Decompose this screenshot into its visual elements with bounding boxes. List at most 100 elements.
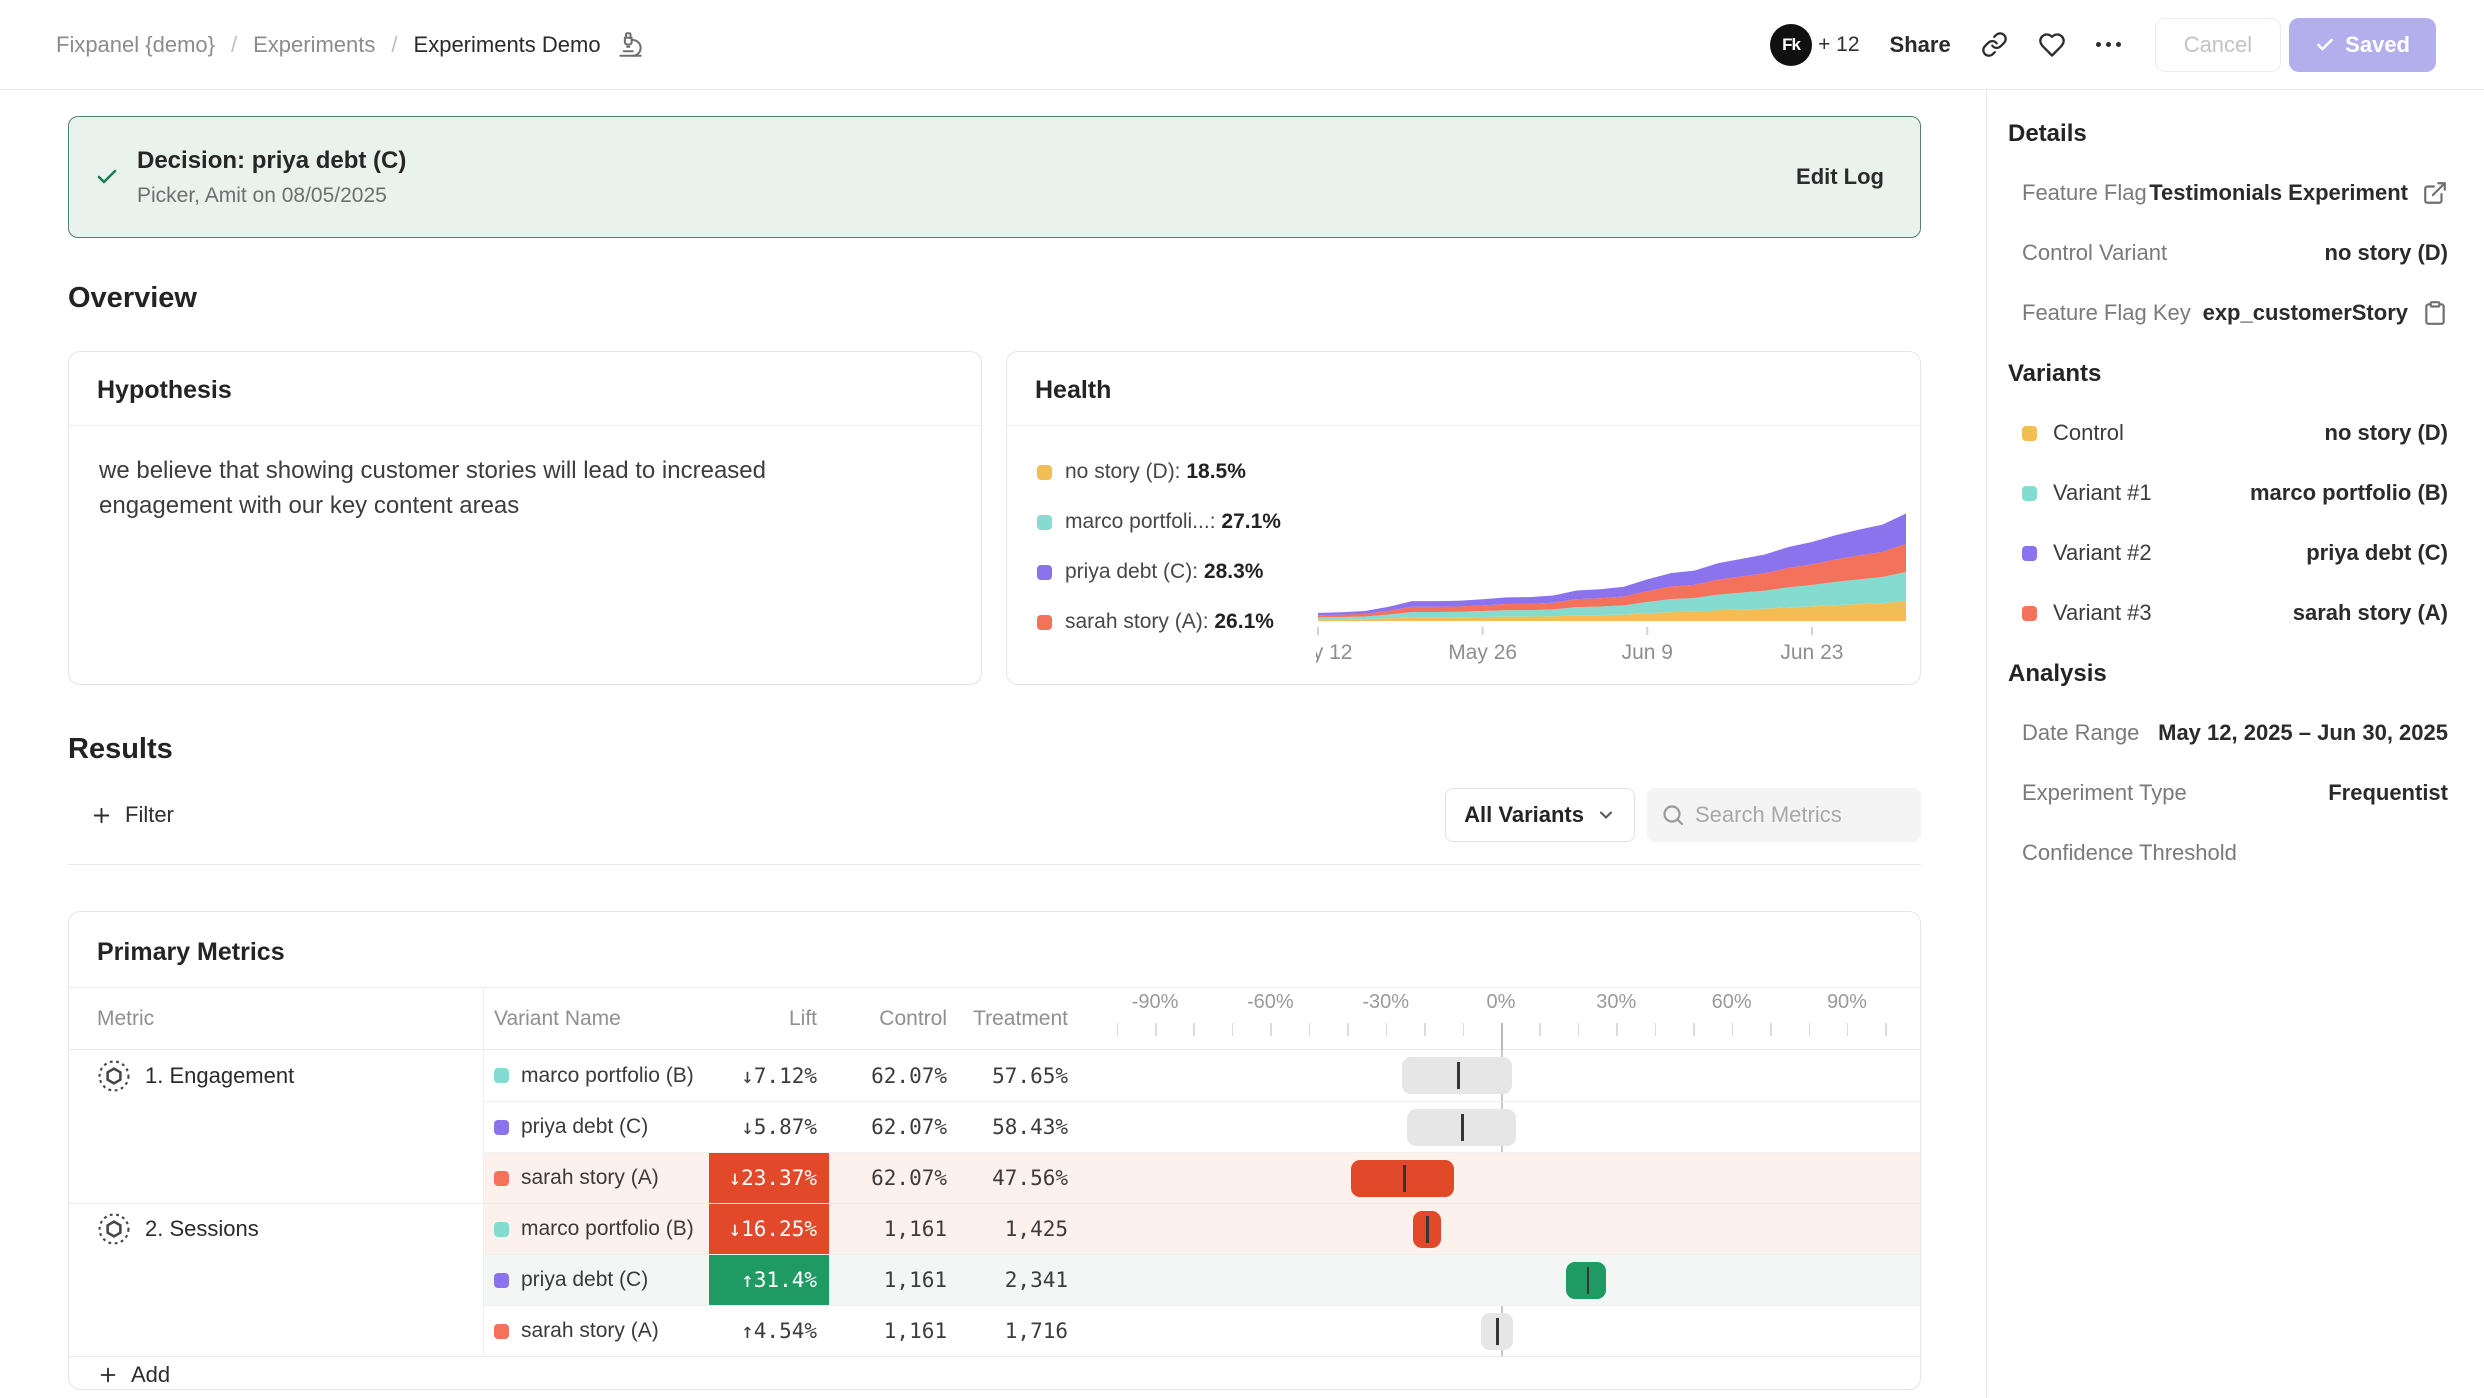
variant-cell: sarah story (A) bbox=[484, 1152, 709, 1203]
add-metric-button[interactable]: Add bbox=[69, 1356, 1920, 1390]
ci-chart-cell[interactable] bbox=[1082, 1254, 1920, 1305]
analysis-value: Frequentist bbox=[2328, 780, 2448, 806]
decision-banner: Decision: priya debt (C) Picker, Amit on… bbox=[68, 116, 1921, 238]
axis-tick bbox=[1270, 1023, 1272, 1036]
more-options-button[interactable] bbox=[2096, 42, 2121, 47]
collaborator-count[interactable]: + 12 bbox=[1818, 33, 1859, 57]
variant-swatch bbox=[2022, 486, 2037, 501]
breadcrumb-item[interactable]: Experiments bbox=[253, 32, 375, 58]
ci-point-marker bbox=[1496, 1318, 1499, 1345]
control-cell: 62.07% bbox=[829, 1101, 957, 1152]
health-legend-item: marco portfoli...: 27.1% bbox=[1037, 510, 1307, 534]
ci-chart-cell[interactable] bbox=[1082, 1305, 1920, 1356]
variant-row-value: no story (D) bbox=[2325, 420, 2448, 446]
variant-filter-dropdown[interactable]: All Variants bbox=[1445, 788, 1635, 842]
analysis-value-wrap: May 12, 2025 – Jun 30, 2025 bbox=[2158, 720, 2448, 746]
variant-swatch bbox=[494, 1068, 509, 1083]
add-filter-button[interactable]: Filter bbox=[68, 802, 174, 828]
analysis-label: Confidence Threshold bbox=[2022, 840, 2237, 866]
metric-table-row: 2. Sessionsmarco portfolio (B)↓16.25%1,1… bbox=[69, 1203, 1920, 1254]
control-cell: 1,161 bbox=[829, 1305, 957, 1356]
ellipsis-icon bbox=[2096, 42, 2121, 47]
axis-tick-label: -30% bbox=[1362, 991, 1409, 1014]
ci-chart-cell[interactable] bbox=[1082, 1101, 1920, 1152]
decision-subtitle: Picker, Amit on 08/05/2025 bbox=[137, 184, 406, 208]
toolbar-divider bbox=[68, 864, 1921, 865]
variant-row-name: Variant #1 bbox=[2053, 480, 2152, 506]
goal-icon bbox=[97, 1212, 131, 1246]
control-cell: 1,161 bbox=[829, 1203, 957, 1254]
avatar[interactable]: Fk bbox=[1770, 24, 1812, 66]
legend-swatch bbox=[1037, 465, 1052, 480]
variant-row-label: Variant #2 bbox=[2022, 540, 2152, 566]
variant-row-name: Control bbox=[2053, 420, 2124, 446]
axis-tick-label: -90% bbox=[1132, 991, 1179, 1014]
metric-name: 2. Sessions bbox=[145, 1216, 259, 1242]
detail-value-wrap: no story (D) bbox=[2325, 240, 2448, 266]
legend-value: 18.5% bbox=[1186, 460, 1246, 483]
breadcrumb-item[interactable]: Fixpanel {demo} bbox=[56, 32, 215, 58]
metric-table-row: sarah story (A)↑4.54%1,1611,716 bbox=[69, 1305, 1920, 1356]
variant-name-label: priya debt (C) bbox=[521, 1268, 648, 1292]
clipboard-icon[interactable] bbox=[2422, 300, 2448, 326]
analysis-heading: Analysis bbox=[2008, 660, 2448, 688]
ci-chart-cell[interactable] bbox=[1082, 1203, 1920, 1254]
metric-table-row: priya debt (C)↓5.87%62.07%58.43% bbox=[69, 1101, 1920, 1152]
variant-cell: sarah story (A) bbox=[484, 1305, 709, 1356]
share-button[interactable]: Share bbox=[1890, 32, 1951, 58]
axis-tick bbox=[1386, 1023, 1388, 1036]
axis-tick bbox=[1539, 1023, 1541, 1036]
copy-link-button[interactable] bbox=[1981, 31, 2008, 58]
axis-tick bbox=[1616, 1023, 1618, 1036]
breadcrumb-separator: / bbox=[231, 32, 237, 58]
variants-heading: Variants bbox=[2008, 360, 2448, 388]
detail-label: Control Variant bbox=[2022, 240, 2167, 266]
variant-cell: priya debt (C) bbox=[484, 1101, 709, 1152]
ci-chart-cell[interactable] bbox=[1082, 1050, 1920, 1101]
x-axis-tick-label: Jun 23 bbox=[1780, 641, 1843, 664]
cancel-button[interactable]: Cancel bbox=[2155, 18, 2281, 72]
treatment-cell: 1,716 bbox=[957, 1305, 1082, 1356]
primary-metrics-card: Primary Metrics Metric Variant Name Lift… bbox=[68, 911, 1921, 1390]
external-link-icon[interactable] bbox=[2422, 180, 2448, 206]
variant-swatch bbox=[2022, 606, 2037, 621]
hypothesis-card: Hypothesis we believe that showing custo… bbox=[68, 351, 982, 685]
breadcrumb-item[interactable]: Experiments Demo bbox=[414, 32, 601, 58]
filter-label: Filter bbox=[125, 802, 174, 828]
favorite-button[interactable] bbox=[2038, 31, 2066, 59]
primary-metrics-title: Primary Metrics bbox=[69, 912, 1920, 988]
health-legend-item: priya debt (C): 28.3% bbox=[1037, 560, 1307, 584]
analysis-row: Confidence Threshold bbox=[2022, 840, 2448, 866]
detail-value: no story (D) bbox=[2325, 240, 2448, 266]
x-axis-tick-label: Jun 9 bbox=[1622, 641, 1673, 664]
plus-icon bbox=[90, 804, 113, 827]
analysis-rows: Date RangeMay 12, 2025 – Jun 30, 2025Exp… bbox=[2008, 720, 2448, 866]
results-toolbar: Filter All Variants bbox=[68, 788, 1921, 842]
variant-name-label: marco portfolio (B) bbox=[521, 1217, 694, 1241]
axis-tick bbox=[1732, 1023, 1734, 1036]
link-icon bbox=[1981, 31, 2008, 58]
top-bar: Fixpanel {demo}/Experiments/Experiments … bbox=[0, 0, 2484, 90]
metric-table-row: 1. Engagementmarco portfolio (B)↓7.12%62… bbox=[69, 1050, 1920, 1101]
ci-point-marker bbox=[1461, 1114, 1464, 1141]
analysis-value: May 12, 2025 – Jun 30, 2025 bbox=[2158, 720, 2448, 746]
lift-cell: ↑31.4% bbox=[709, 1254, 829, 1305]
treatment-cell: 57.65% bbox=[957, 1050, 1082, 1101]
metric-cell bbox=[69, 1254, 484, 1305]
treatment-cell: 58.43% bbox=[957, 1101, 1082, 1152]
hypothesis-text[interactable]: we believe that showing customer stories… bbox=[69, 426, 899, 552]
decision-title: Decision: priya debt (C) bbox=[137, 147, 406, 175]
details-rows: Feature FlagTestimonials ExperimentContr… bbox=[2008, 180, 2448, 326]
metric-cell: 2. Sessions bbox=[69, 1203, 484, 1254]
search-metrics-input[interactable] bbox=[1695, 802, 1895, 828]
variant-swatch bbox=[494, 1120, 509, 1135]
variant-row-label: Variant #3 bbox=[2022, 600, 2152, 626]
ci-point-marker bbox=[1587, 1267, 1590, 1294]
ci-chart-cell[interactable] bbox=[1082, 1152, 1920, 1203]
saved-button[interactable]: Saved bbox=[2289, 18, 2436, 72]
variant-cell: marco portfolio (B) bbox=[484, 1050, 709, 1101]
edit-log-button[interactable]: Edit Log bbox=[1796, 164, 1884, 190]
metric-cell bbox=[69, 1305, 484, 1356]
variant-name-label: priya debt (C) bbox=[521, 1115, 648, 1139]
add-metric-label: Add bbox=[131, 1362, 170, 1388]
